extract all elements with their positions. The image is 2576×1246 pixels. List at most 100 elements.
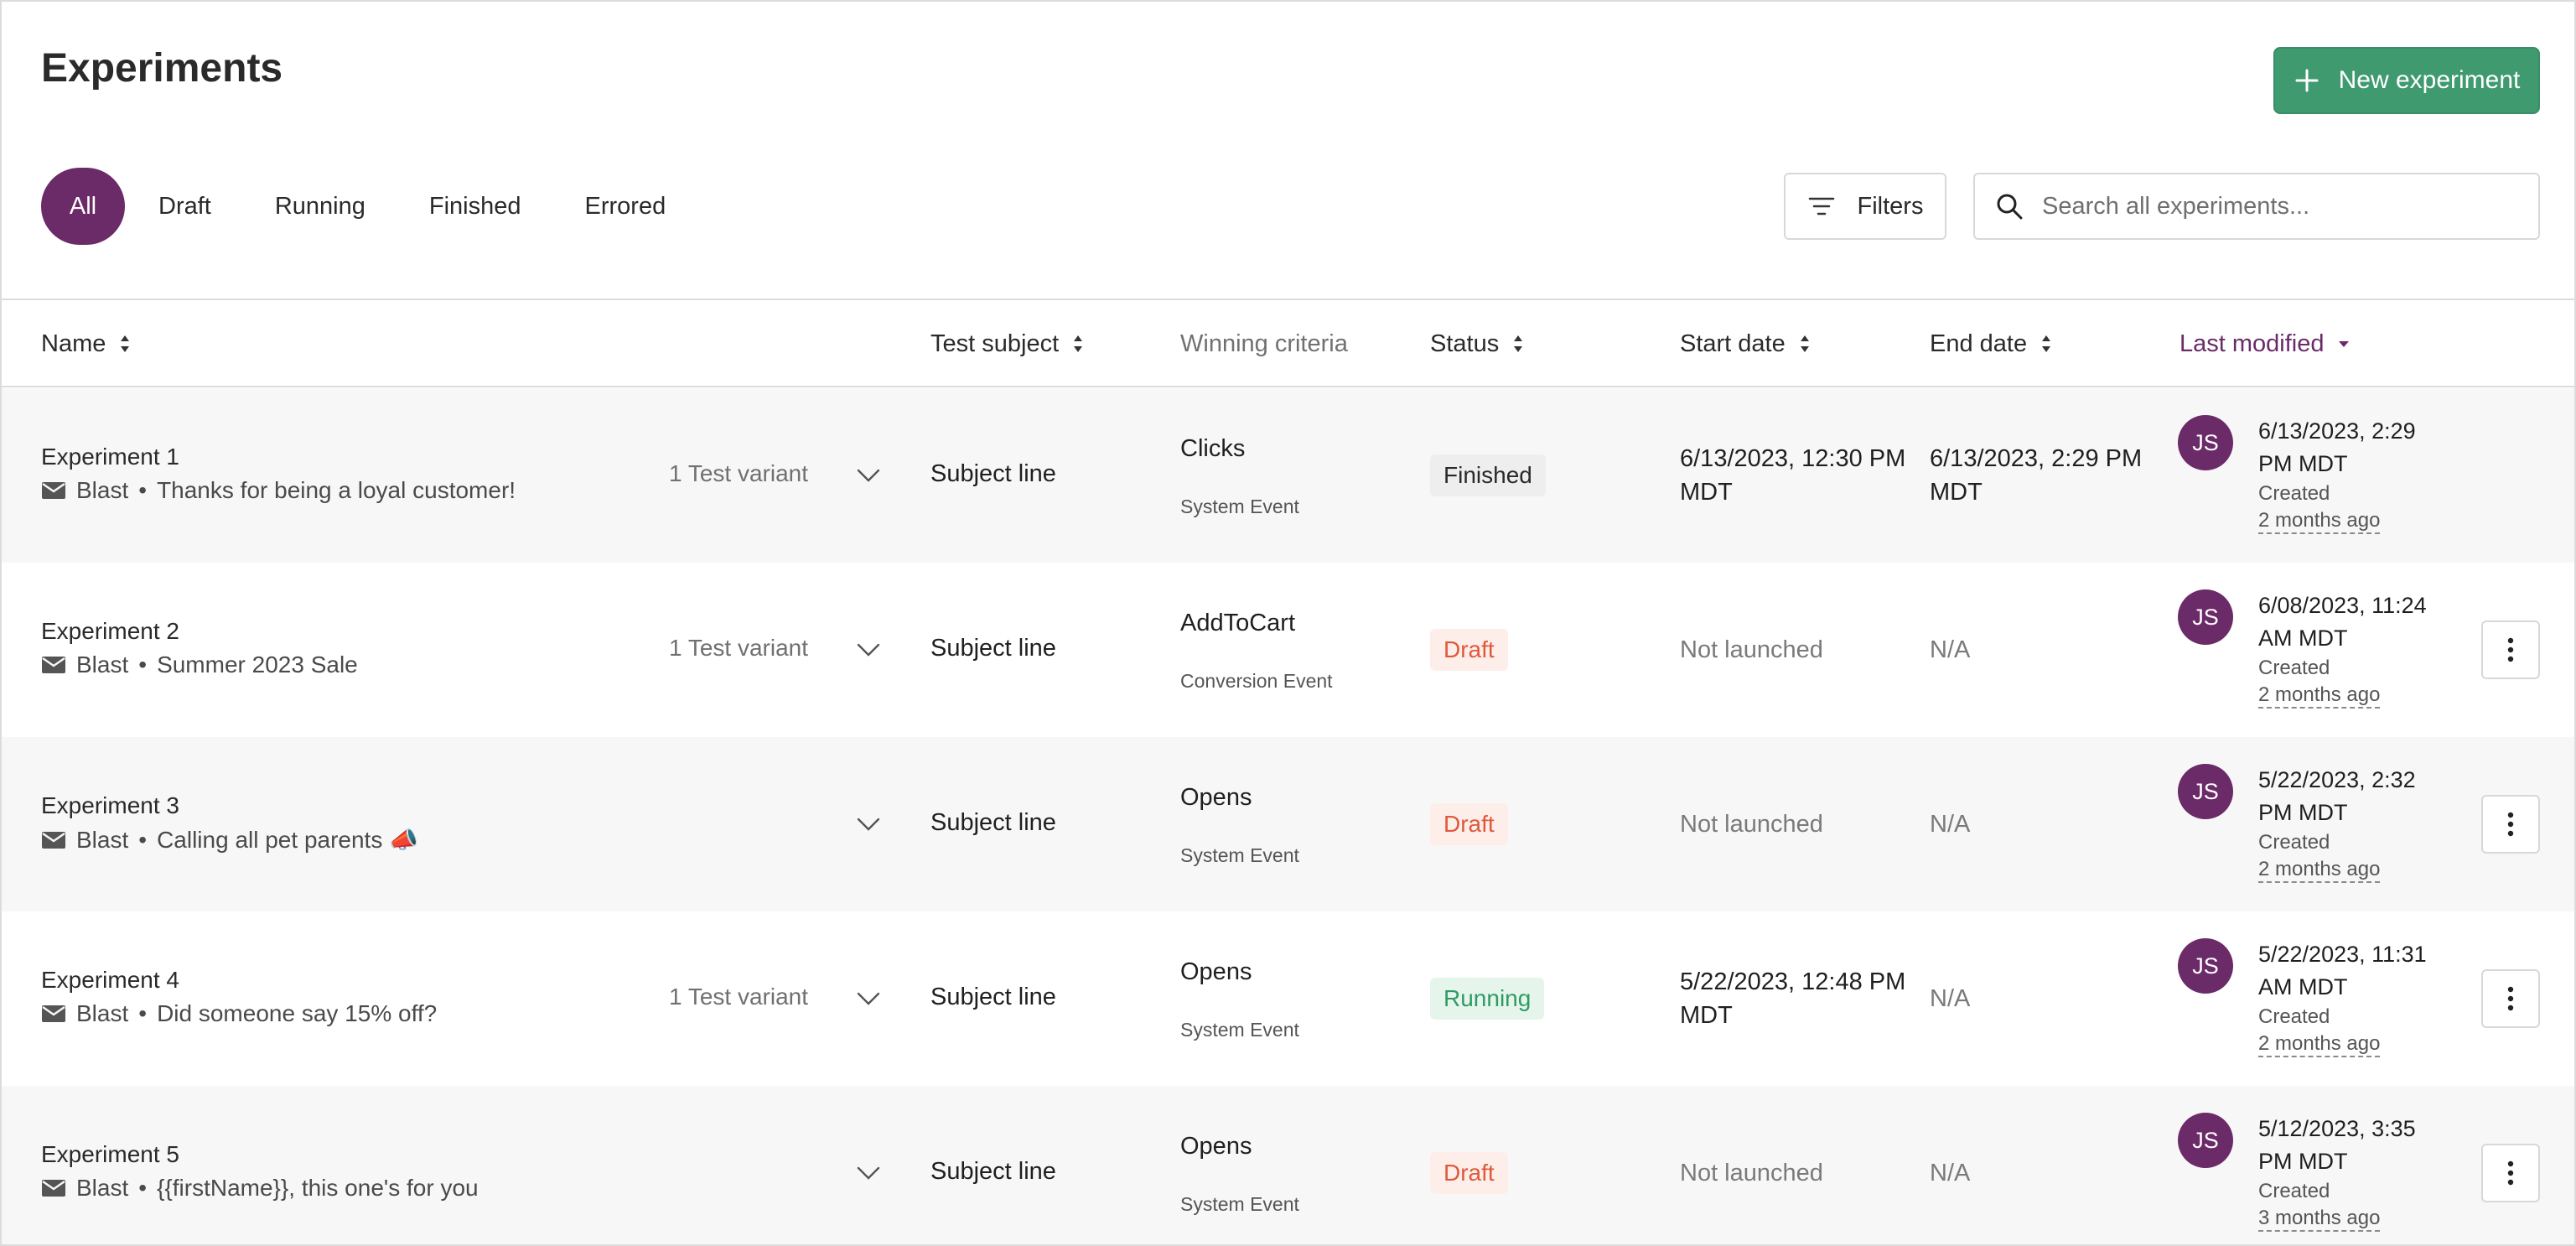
end-date-line: N/A — [1930, 811, 1971, 838]
more-vertical-icon — [2507, 637, 2514, 662]
modified-relative-time: 2 months ago — [2258, 1032, 2381, 1057]
filters-button[interactable]: Filters — [1784, 173, 1946, 240]
modified-action: Created — [2258, 657, 2330, 679]
channel-label: Blast — [76, 1000, 129, 1026]
search-input[interactable] — [2042, 192, 2511, 221]
start-date-line: Not launched — [1680, 811, 1823, 838]
new-experiment-button[interactable]: New experiment — [2273, 47, 2540, 114]
start-date: Not launched — [1680, 807, 1906, 841]
filters-label: Filters — [1857, 192, 1924, 220]
variant-count: 1 Test variant — [669, 635, 809, 661]
criteria-type: System Event — [1180, 1019, 1299, 1041]
table-row[interactable]: Experiment 4 Blast • Did someone say 15% … — [2, 911, 2574, 1086]
column-header-winning-criteria: Winning criteria — [1180, 300, 1348, 387]
column-header-start-date[interactable]: Start date — [1680, 300, 1811, 387]
status-badge: Draft — [1430, 629, 1508, 671]
column-header-name[interactable]: Name — [41, 300, 131, 387]
channel-label: Blast — [76, 652, 129, 678]
tab-errored[interactable]: Errored — [553, 168, 698, 245]
test-subject: Subject line — [930, 809, 1056, 836]
chevron-down-icon[interactable] — [857, 469, 880, 482]
modified-date-line: 5/12/2023, 3:35 — [2258, 1116, 2416, 1141]
row-menu-button[interactable] — [2481, 1144, 2540, 1202]
row-menu-button[interactable] — [2481, 795, 2540, 854]
tab-finished[interactable]: Finished — [397, 168, 553, 245]
sort-icon — [1074, 335, 1083, 352]
modified-date-line: AM MDT — [2258, 974, 2348, 999]
channel-label: Blast — [76, 1175, 129, 1201]
avatar: JS — [2178, 1113, 2233, 1168]
table-row[interactable]: Experiment 2 Blast • Summer 2023 Sale 1 Te… — [2, 563, 2574, 737]
start-date-line: MDT — [1680, 1002, 1733, 1029]
sort-icon — [121, 335, 130, 352]
column-label: End date — [1930, 330, 2028, 357]
modified-relative-time: 2 months ago — [2258, 683, 2381, 709]
modified-action: Created — [2258, 1005, 2330, 1028]
avatar: JS — [2178, 415, 2233, 470]
modified-relative-time: 2 months ago — [2258, 509, 2381, 534]
row-menu-button[interactable] — [2481, 620, 2540, 679]
modified-date-line: 5/22/2023, 2:32 — [2258, 767, 2416, 792]
experiment-name[interactable]: Experiment 5 — [41, 1141, 179, 1168]
tab-all[interactable]: All — [41, 168, 125, 245]
start-date: 6/13/2023, 12:30 PM MDT — [1680, 442, 1906, 509]
table-row[interactable]: Experiment 3 Blast • Calling all pet pare… — [2, 737, 2574, 911]
avatar: JS — [2178, 764, 2233, 819]
filter-icon — [1808, 197, 1834, 215]
last-modified-date: 6/08/2023, 11:24 AM MDT — [2258, 589, 2459, 655]
end-date: N/A — [1930, 1156, 2156, 1190]
modified-action: Created — [2258, 831, 2330, 854]
table-row[interactable]: Experiment 1 Blast • Thanks for being a l… — [2, 388, 2574, 563]
avatar: JS — [2178, 938, 2233, 994]
more-vertical-icon — [2507, 986, 2514, 1011]
last-modified-date: 6/13/2023, 2:29 PM MDT — [2258, 415, 2459, 480]
end-date-line: N/A — [1930, 636, 1971, 663]
experiment-name[interactable]: Experiment 4 — [41, 967, 179, 994]
start-date-line: 6/13/2023, 12:30 PM — [1680, 445, 1906, 472]
column-label: Test subject — [930, 330, 1060, 357]
email-icon — [42, 657, 65, 673]
table-row[interactable]: Experiment 5 Blast • {{firstName}}, this … — [2, 1086, 2574, 1244]
new-experiment-label: New experiment — [2338, 66, 2521, 94]
modified-date-line: 5/22/2023, 11:31 — [2258, 942, 2427, 967]
separator-dot: • — [138, 652, 148, 678]
chevron-down-icon[interactable] — [857, 643, 880, 657]
row-menu-button[interactable] — [2481, 969, 2540, 1028]
modified-date-line: PM MDT — [2258, 800, 2348, 825]
sort-icon — [2042, 335, 2051, 352]
message-title: {{firstName}}, this one's for you — [157, 1175, 479, 1201]
experiment-name[interactable]: Experiment 3 — [41, 792, 179, 819]
email-icon — [42, 1180, 65, 1197]
column-label: Name — [41, 330, 106, 357]
channel-label: Blast — [76, 826, 129, 853]
chevron-down-icon[interactable] — [857, 1166, 880, 1180]
winning-criteria: Opens — [1180, 1133, 1252, 1160]
column-label: Winning criteria — [1180, 330, 1348, 357]
separator-dot: • — [138, 826, 148, 853]
separator-dot: • — [138, 1000, 148, 1026]
experiment-name[interactable]: Experiment 1 — [41, 444, 179, 470]
start-date: Not launched — [1680, 633, 1906, 667]
chevron-down-icon[interactable] — [857, 992, 880, 1005]
column-header-test-subject[interactable]: Test subject — [930, 300, 1084, 387]
avatar: JS — [2178, 589, 2233, 645]
experiments-page: Experiments New experiment All Draft Run… — [0, 0, 2576, 1246]
column-header-status[interactable]: Status — [1430, 300, 1524, 387]
variant-count: 1 Test variant — [669, 460, 809, 486]
message-title: Calling all pet parents 📣 — [157, 827, 418, 853]
start-date-line: 5/22/2023, 12:48 PM — [1680, 968, 1906, 995]
modified-date-line: PM MDT — [2258, 451, 2348, 476]
start-date-line: Not launched — [1680, 636, 1823, 663]
experiment-message: Blast • Summer 2023 Sale — [41, 652, 358, 678]
tab-running[interactable]: Running — [243, 168, 397, 245]
chevron-down-icon[interactable] — [857, 818, 880, 831]
experiment-message: Blast • Calling all pet parents 📣 — [41, 826, 418, 854]
column-header-last-modified[interactable]: Last modified — [2179, 300, 2350, 387]
criteria-type: Conversion Event — [1180, 670, 1333, 692]
tab-draft[interactable]: Draft — [127, 168, 243, 245]
column-header-end-date[interactable]: End date — [1930, 300, 2052, 387]
sort-descending-icon — [2338, 341, 2349, 347]
experiment-message: Blast • Thanks for being a loyal customer… — [41, 477, 516, 504]
test-subject: Subject line — [930, 460, 1056, 487]
experiment-name[interactable]: Experiment 2 — [41, 618, 179, 645]
